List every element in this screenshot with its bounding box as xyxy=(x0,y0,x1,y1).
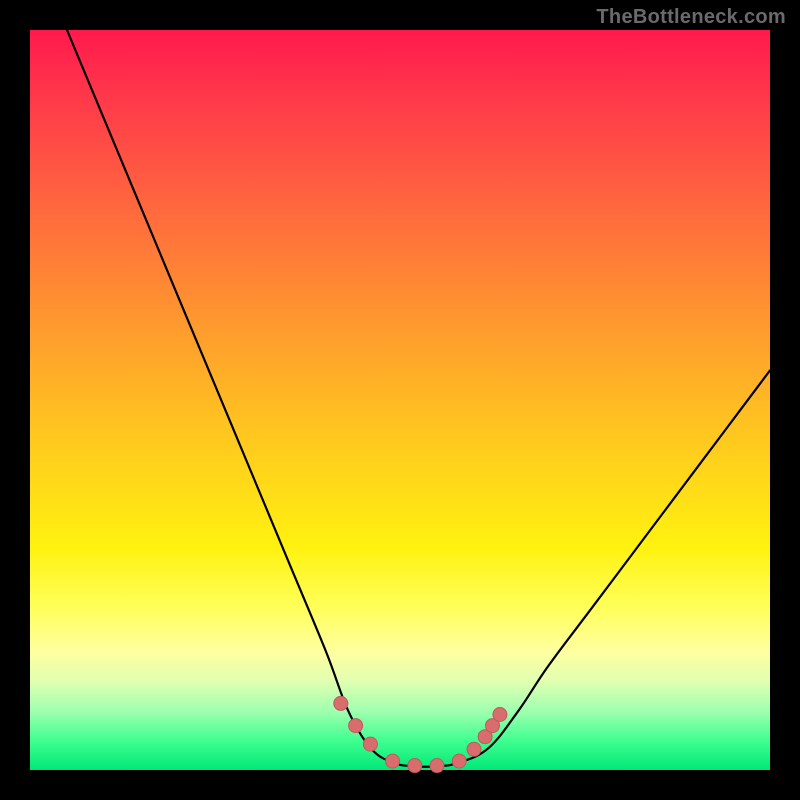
curve-marker xyxy=(493,708,507,722)
curve-marker xyxy=(334,696,348,710)
curve-marker xyxy=(430,759,444,773)
chart-frame: TheBottleneck.com xyxy=(0,0,800,800)
curve-marker xyxy=(349,719,363,733)
curve-layer xyxy=(30,30,770,770)
curve-marker xyxy=(452,754,466,768)
watermark-text: TheBottleneck.com xyxy=(596,6,786,29)
plot-area xyxy=(30,30,770,770)
bottleneck-curve xyxy=(67,30,770,767)
curve-marker xyxy=(467,742,481,756)
curve-marker xyxy=(408,759,422,773)
curve-marker xyxy=(386,754,400,768)
curve-marker xyxy=(363,737,377,751)
